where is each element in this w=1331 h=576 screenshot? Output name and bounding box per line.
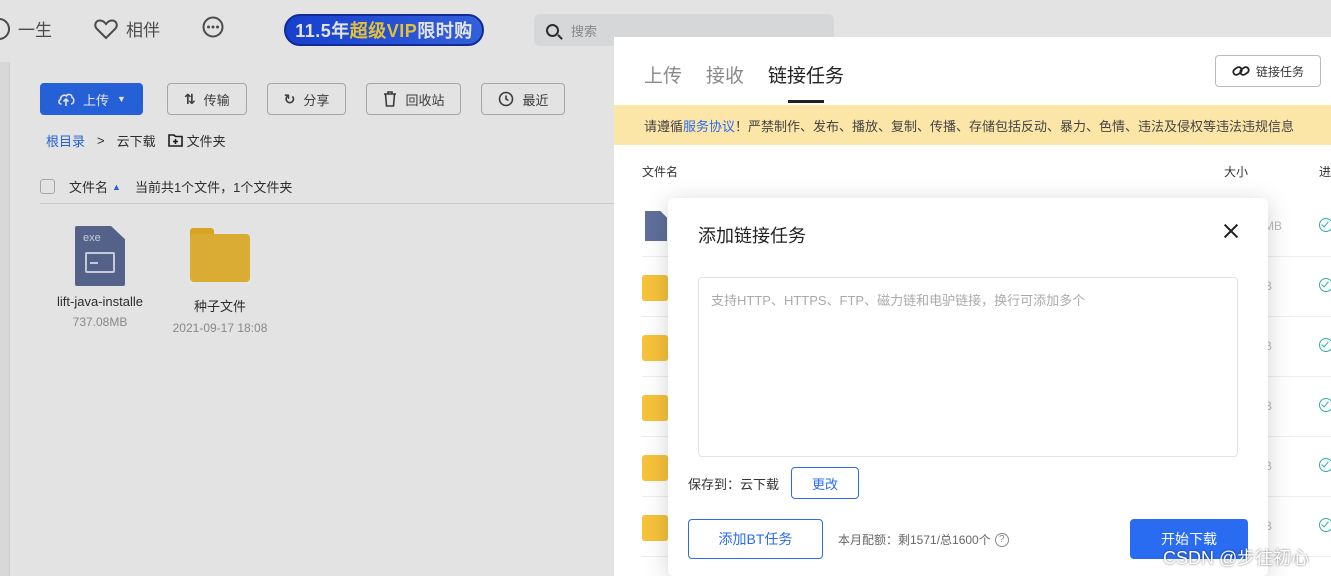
folder-icon [642, 455, 668, 481]
save-location-row: 保存到： 云下载 更改 [688, 467, 860, 499]
folder-icon [642, 395, 668, 421]
done-check-icon [1319, 278, 1331, 292]
service-agreement-link[interactable]: 服务协议 [683, 116, 735, 135]
change-location-button[interactable]: 更改 [791, 467, 860, 499]
folder-icon [642, 335, 668, 361]
notice-text: ！严禁制作、发布、播放、复制、传播、存储包括反动、暴力、色情、违法及侵权等违法违… [735, 118, 1295, 134]
dialog-title: 添加链接任务 [698, 226, 806, 246]
notice-bar: 请遵循 服务协议 ！严禁制作、发布、播放、复制、传播、存储包括反动、暴力、色情、违法… [614, 105, 1331, 145]
watermark: CSDN @步往初心 [1163, 548, 1310, 568]
link-task-button[interactable]: 链接任务 [1215, 55, 1321, 87]
done-check-icon [1319, 338, 1331, 352]
done-check-icon [1319, 458, 1331, 472]
save-location: 云下载 [740, 476, 780, 492]
close-icon[interactable] [1221, 221, 1241, 241]
help-icon[interactable]: ? [994, 532, 1009, 547]
save-label: 保存到： [688, 476, 741, 492]
tab-link-task[interactable]: 链接任务 [768, 61, 844, 103]
exe-file-icon [645, 211, 667, 241]
add-link-task-dialog: 添加链接任务 保存到： 云下载 更改 添加BT任务 本月配额：剩1571/总16… [668, 198, 1268, 576]
quota-info: 本月配额：剩1571/总1600个 ? [838, 531, 1009, 548]
link-input[interactable] [698, 277, 1238, 457]
notice-prefix: 请遵循 [644, 118, 684, 134]
tab-upload[interactable]: 上传 [644, 61, 682, 88]
done-check-icon [1319, 518, 1331, 532]
panel-tabs: 上传 接收 链接任务 [644, 61, 844, 103]
col-progress: 进 [1319, 165, 1331, 179]
link-task-label: 链接任务 [1255, 64, 1304, 79]
col-size: 大小 [1224, 165, 1249, 179]
add-bt-task-button[interactable]: 添加BT任务 [688, 519, 823, 559]
done-check-icon [1319, 398, 1331, 412]
tab-receive[interactable]: 接收 [706, 61, 744, 88]
folder-icon [642, 275, 668, 301]
col-name: 文件名 [642, 165, 679, 179]
quota-text: 本月配额：剩1571/总1600个 [838, 533, 991, 547]
done-check-icon [1319, 218, 1331, 232]
link-icon [1232, 66, 1250, 76]
folder-icon [642, 515, 668, 541]
